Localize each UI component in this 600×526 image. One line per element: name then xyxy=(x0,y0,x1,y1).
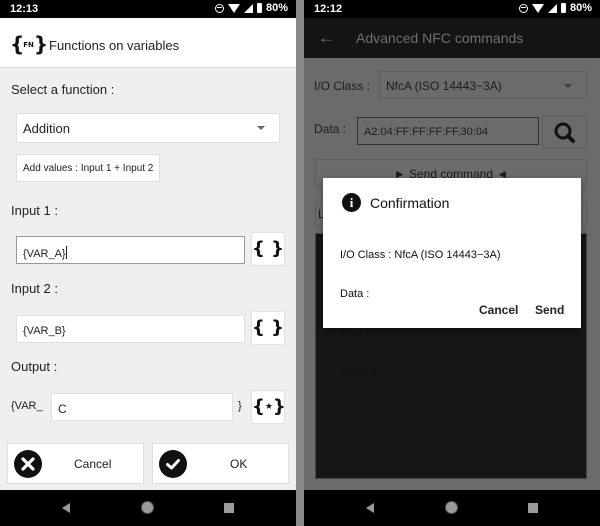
search-button[interactable] xyxy=(542,115,587,149)
do-not-disturb-icon xyxy=(518,3,528,13)
io-class-spinner[interactable]: NfcA (ISO 14443−3A) xyxy=(379,71,587,99)
text-cursor xyxy=(65,246,67,259)
fn-braces-icon: {FN} xyxy=(10,32,48,56)
function-hint: Add values : Input 1 + Input 2 xyxy=(16,154,160,182)
select-function-label: Select a function : xyxy=(11,82,115,97)
input2-variable-button[interactable]: { } xyxy=(251,311,285,345)
io-class-value: NfcA (ISO 14443−3A) xyxy=(386,79,502,93)
input1-field[interactable]: {VAR_A} xyxy=(16,236,245,264)
cancel-button-label: Cancel xyxy=(74,457,112,471)
dialog-title: Confirmation xyxy=(370,195,450,211)
cancel-x-icon xyxy=(14,450,42,478)
ok-button-label: OK xyxy=(230,457,248,471)
dialog-send-button[interactable]: Send xyxy=(535,303,564,317)
check-icon xyxy=(159,450,187,478)
wifi-icon xyxy=(531,3,544,13)
input2-label: Input 2 : xyxy=(11,281,58,296)
do-not-disturb-icon xyxy=(214,3,224,13)
page-title: Advanced NFC commands xyxy=(356,30,524,46)
app-bar: {FN} Functions on variables xyxy=(0,18,296,68)
output-prefix: {VAR_ xyxy=(11,400,43,412)
function-spinner[interactable]: Addition xyxy=(16,113,280,143)
signal-icon xyxy=(243,3,253,13)
dialog-body-line: I/O Class : NfcA (ISO 14443−3A) xyxy=(340,249,501,261)
nfc-commands-screen: 12:12 80% ← Advanced NFC commands I/O Cl… xyxy=(304,0,600,526)
cancel-button[interactable]: Cancel xyxy=(7,443,144,484)
input2-value: {VAR_B} xyxy=(23,325,66,337)
confirmation-dialog: i Confirmation I/O Class : NfcA (ISO 144… xyxy=(323,178,581,378)
output-value: C xyxy=(58,402,67,416)
nav-back-icon[interactable] xyxy=(366,503,374,513)
back-arrow-icon[interactable]: ← xyxy=(318,28,335,48)
dialog-body: I/O Class : NfcA (ISO 14443−3A) Data : >… xyxy=(340,223,500,405)
input1-value: {VAR_A} xyxy=(23,246,67,260)
wifi-icon xyxy=(227,3,240,13)
status-time: 12:13 xyxy=(10,3,39,15)
data-value: A2:04:FF:FF:FF:FF,30:04 xyxy=(364,126,489,138)
data-label: Data : xyxy=(314,122,347,136)
data-input[interactable]: A2:04:FF:FF:FF:FF,30:04 xyxy=(357,117,539,145)
input1-variable-button[interactable]: { } xyxy=(251,232,285,266)
functions-screen: 12:13 80% {FN} Functions on variables Se… xyxy=(0,0,296,526)
input1-label: Input 1 : xyxy=(11,203,58,218)
signal-icon xyxy=(547,3,557,13)
nav-home-icon[interactable] xyxy=(445,501,458,514)
app-bar: ← Advanced NFC commands xyxy=(304,18,600,58)
dialog-cancel-button[interactable]: Cancel xyxy=(479,303,518,317)
braces-icon: { } xyxy=(252,317,284,338)
page-title: Functions on variables xyxy=(49,38,180,53)
navigation-bar xyxy=(0,490,296,526)
nav-home-icon[interactable] xyxy=(141,501,154,514)
dialog-body-line: > A2:04:FF:FF:FF:FF xyxy=(340,327,444,339)
output-suffix: } xyxy=(238,400,242,412)
braces-star-icon: {★} xyxy=(252,396,286,417)
nav-recents-icon[interactable] xyxy=(224,503,234,513)
function-spinner-value: Addition xyxy=(23,121,70,136)
braces-icon: { } xyxy=(252,238,284,259)
battery-icon xyxy=(256,3,262,13)
search-icon xyxy=(554,122,575,143)
output-variable-button[interactable]: {★} xyxy=(251,390,286,424)
io-class-label: I/O Class : xyxy=(314,79,371,93)
function-hint-text: Add values : Input 1 + Input 2 xyxy=(23,163,154,174)
dialog-body-line: > 30:04 xyxy=(340,366,378,378)
dropdown-caret-icon xyxy=(257,126,265,130)
info-icon: i xyxy=(342,193,361,212)
status-bar: 12:12 80% xyxy=(304,0,600,18)
output-field[interactable]: C xyxy=(51,393,233,421)
battery-level: 80% xyxy=(265,2,288,14)
nav-back-icon[interactable] xyxy=(62,503,70,513)
nav-recents-icon[interactable] xyxy=(528,503,538,513)
ok-button[interactable]: OK xyxy=(152,443,289,484)
status-bar: 12:13 80% xyxy=(0,0,296,18)
navigation-bar xyxy=(304,490,600,526)
battery-level: 80% xyxy=(569,2,592,14)
input2-field[interactable]: {VAR_B} xyxy=(16,315,245,343)
dialog-body-line: Data : xyxy=(340,288,370,300)
output-label: Output : xyxy=(11,359,58,374)
status-time: 12:12 xyxy=(314,3,343,15)
dropdown-caret-icon xyxy=(564,84,572,88)
battery-icon xyxy=(560,3,566,13)
